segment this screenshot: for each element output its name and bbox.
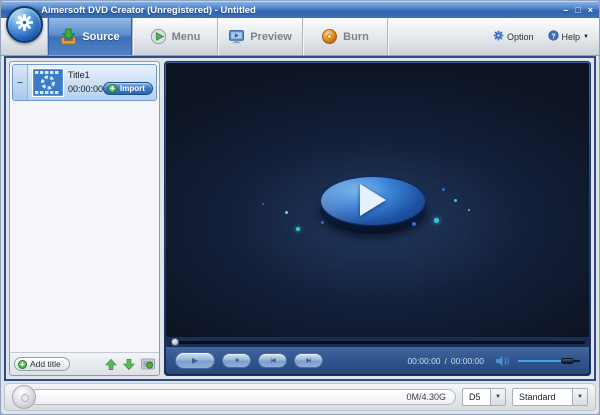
glow-dot: [454, 199, 457, 202]
tab-menu[interactable]: Menu: [133, 18, 217, 55]
aimersoft-logo-icon: [15, 13, 34, 37]
glow-dot: [285, 211, 288, 214]
add-title-label: Add title: [30, 359, 61, 369]
tab-label-burn: Burn: [343, 30, 369, 43]
title-settings-button[interactable]: [141, 358, 155, 370]
app-logo-button[interactable]: [6, 6, 43, 43]
preview-monitor-icon: [228, 28, 245, 45]
disc-type-select[interactable]: D5 ▼: [462, 388, 506, 406]
quality-select[interactable]: Standard ▼: [512, 388, 588, 406]
import-label: Import: [120, 84, 145, 93]
close-button[interactable]: ×: [588, 5, 593, 15]
glow-dot: [434, 218, 439, 223]
svg-text:?: ?: [551, 33, 555, 40]
seek-track: [170, 341, 585, 344]
source-import-icon: [60, 28, 77, 45]
volume-slider[interactable]: [518, 356, 580, 365]
help-label: Help: [561, 31, 581, 42]
burn-disc-icon: [321, 28, 338, 45]
title-info: Title1 00:00:00 + Import: [68, 65, 157, 100]
plus-icon: +: [108, 84, 118, 93]
tab-burn[interactable]: Burn: [303, 18, 387, 55]
play-icon: [360, 184, 387, 217]
time-current: 00:00:00: [407, 355, 441, 366]
help-icon: ?: [547, 30, 559, 43]
title-order-tools: [105, 358, 155, 371]
capacity-bar: 0M/4.30G: [29, 389, 456, 405]
maximize-button[interactable]: □: [575, 5, 580, 15]
title-name: Title1: [68, 70, 90, 80]
toolbar-right: Option ? Help ▼: [493, 18, 599, 55]
previous-button[interactable]: |◀: [258, 353, 287, 368]
tab-separator: [387, 18, 388, 55]
title-duration: 00:00:00: [68, 83, 104, 94]
glow-dot: [296, 227, 300, 231]
help-button[interactable]: ? Help ▼: [547, 30, 589, 43]
move-up-button[interactable]: [105, 358, 117, 371]
app-window: Aimersoft DVD Creator (Unregistered) - U…: [0, 0, 600, 415]
seek-bar[interactable]: [166, 337, 589, 347]
import-button[interactable]: + Import: [103, 82, 153, 95]
preview-panel: ▶ ■ |◀ ▶| 00:00:00 / 00:00:00: [164, 61, 591, 376]
chevron-down-icon: ▼: [583, 33, 589, 40]
dropdown-arrow-icon[interactable]: ▼: [490, 389, 505, 405]
glow-dot: [442, 188, 445, 191]
big-play-button[interactable]: [320, 176, 427, 235]
minimize-button[interactable]: –: [563, 5, 568, 15]
volume-handle[interactable]: [561, 358, 574, 364]
option-label: Option: [507, 31, 534, 42]
add-title-button[interactable]: + Add title: [14, 357, 70, 371]
seek-handle[interactable]: [171, 338, 179, 346]
menu-disc-icon: [150, 28, 167, 45]
gear-icon: [493, 30, 504, 43]
dvd-disc-icon: [12, 385, 36, 409]
disc-type-value: D5: [469, 392, 481, 402]
playback-controls: ▶ ■ |◀ ▶| 00:00:00 / 00:00:00: [166, 347, 589, 374]
film-strip-icon: [32, 68, 64, 97]
next-icon: ▶|: [306, 358, 311, 364]
play-button[interactable]: ▶: [175, 352, 215, 369]
toolbar-tabs: Source Menu Preview Burn: [47, 18, 388, 55]
title-list-item[interactable]: – Title1 00:00:00 + Import: [12, 64, 157, 101]
speaker-icon[interactable]: [495, 355, 509, 367]
capacity-label: 0M/4.30G: [406, 392, 446, 402]
quality-value: Standard: [519, 392, 556, 402]
status-bar: 0M/4.30G D5 ▼ Standard ▼: [4, 383, 596, 411]
glow-dot: [412, 222, 416, 226]
tab-preview[interactable]: Preview: [218, 18, 302, 55]
title-panel-footer: + Add title: [10, 352, 159, 375]
option-button[interactable]: Option: [493, 30, 534, 43]
toolbar: Source Menu Preview Burn Option ? Help ▼: [1, 6, 599, 56]
title-list-panel: – Title1 00:00:00 + Import + Add title: [9, 61, 160, 376]
tab-label-menu: Menu: [171, 30, 201, 43]
window-title: Aimersoft DVD Creator (Unregistered) - U…: [41, 4, 256, 16]
glow-dot: [262, 203, 264, 205]
window-controls: – □ ×: [563, 5, 593, 15]
tab-label-source: Source: [82, 30, 120, 43]
time-separator: /: [444, 355, 447, 366]
glow-dot: [321, 221, 324, 224]
stop-button[interactable]: ■: [222, 353, 251, 368]
previous-icon: |◀: [270, 358, 275, 364]
play-glyph-icon: ▶: [191, 356, 199, 365]
volume-fill: [518, 360, 565, 362]
time-display: 00:00:00 / 00:00:00: [407, 356, 484, 366]
move-down-button[interactable]: [123, 358, 135, 371]
next-button[interactable]: ▶|: [294, 353, 323, 368]
main-content: – Title1 00:00:00 + Import + Add title ▶…: [4, 56, 596, 381]
video-screen: [166, 63, 589, 337]
time-total: 00:00:00: [450, 355, 484, 366]
collapse-button[interactable]: –: [13, 65, 28, 100]
glow-dot: [468, 209, 470, 211]
dropdown-arrow-icon[interactable]: ▼: [572, 389, 587, 405]
title-bar: Aimersoft DVD Creator (Unregistered) - U…: [1, 1, 599, 18]
stop-icon: ■: [235, 357, 239, 364]
plus-icon: +: [18, 359, 27, 369]
tab-source[interactable]: Source: [48, 18, 132, 55]
tab-label-preview: Preview: [250, 30, 292, 43]
